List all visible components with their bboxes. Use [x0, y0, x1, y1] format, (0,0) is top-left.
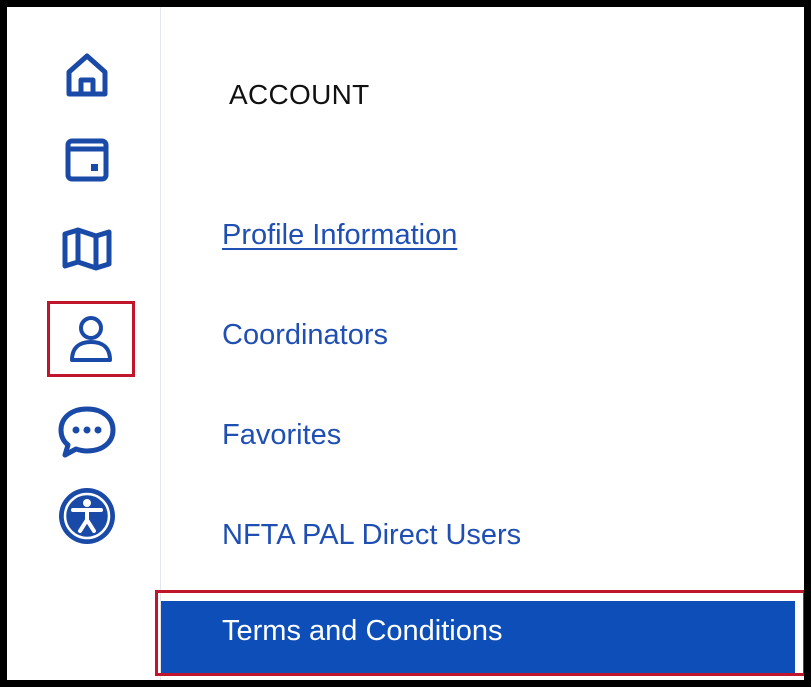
nav-home-button[interactable]: [47, 40, 127, 110]
nav-account-button[interactable]: [47, 301, 135, 377]
menu-item-profile-information[interactable]: Profile Information: [222, 219, 457, 252]
nav-calendar-button[interactable]: [47, 125, 127, 195]
nav-chat-button[interactable]: [47, 397, 127, 467]
accessibility-icon: [57, 486, 117, 546]
menu-item-nfta-pal-direct-users[interactable]: NFTA PAL Direct Users: [222, 519, 521, 552]
app-window: ACCOUNT Profile Information Coordinators…: [7, 7, 804, 680]
sidebar-nav: [7, 7, 161, 680]
account-panel: ACCOUNT Profile Information Coordinators…: [155, 7, 804, 680]
menu-item-coordinators[interactable]: Coordinators: [222, 319, 388, 352]
chat-icon: [57, 405, 117, 459]
map-icon: [61, 226, 113, 272]
menu-item-terms-and-conditions[interactable]: Terms and Conditions: [155, 590, 804, 676]
calendar-icon: [64, 137, 110, 183]
nav-map-button[interactable]: [47, 214, 127, 284]
nav-accessibility-button[interactable]: [47, 481, 127, 551]
home-icon: [63, 50, 111, 100]
account-icon: [68, 314, 114, 364]
menu-item-label: Terms and Conditions: [222, 615, 503, 647]
section-title: ACCOUNT: [229, 79, 370, 110]
menu-item-favorites[interactable]: Favorites: [222, 419, 341, 452]
